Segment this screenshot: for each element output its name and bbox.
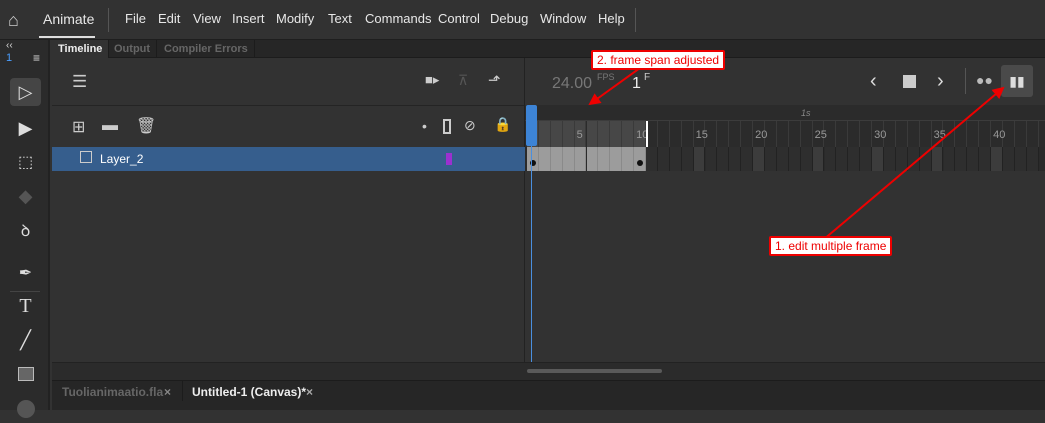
annotation-frame-span: 2. frame span adjusted <box>591 50 726 70</box>
arrow-1 <box>822 86 1005 241</box>
annotation-arrows <box>588 67 1005 241</box>
arrow-2 <box>588 67 641 106</box>
annotation-edit-multiple: 1. edit multiple frame <box>769 236 893 256</box>
